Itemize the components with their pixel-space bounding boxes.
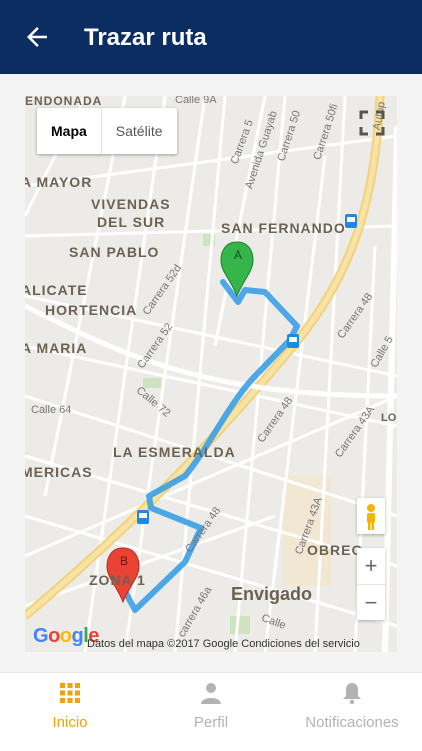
nav-item-notificaciones[interactable]: Notificaciones — [282, 681, 422, 731]
nav-item-perfil[interactable]: Perfil — [141, 681, 281, 731]
zoom-control: + − — [357, 548, 385, 620]
transit-station-icon — [137, 510, 149, 524]
arrow-back-icon[interactable] — [22, 22, 52, 52]
map-label-mayor: A MAYOR — [25, 174, 93, 190]
map-type-satellite-button[interactable]: Satélite — [102, 108, 177, 154]
transit-station-icon — [287, 334, 299, 348]
marker-b-text: B — [120, 554, 128, 568]
street-view-pegman-icon[interactable] — [357, 498, 385, 534]
grid-icon — [60, 683, 80, 703]
street-label: Calle 64 — [31, 404, 72, 416]
map-label-san-fernando: SAN FERNANDO — [221, 220, 346, 236]
nav-item-inicio[interactable]: Inicio — [0, 681, 140, 731]
map-label-envigado: Envigado — [231, 584, 313, 604]
marker-a-text: A — [234, 248, 242, 262]
bell-icon — [343, 683, 361, 705]
app-bar: Trazar ruta — [0, 0, 422, 74]
page-title: Trazar ruta — [84, 24, 207, 51]
map-label-hortencia: HORTENCIA — [45, 302, 138, 318]
map-label-esmeralda: LA ESMERALDA — [113, 444, 236, 460]
street-label: Calle 9A — [175, 96, 217, 106]
map-label-dondada: ENDONADA — [25, 96, 103, 108]
map-label-maria: A MARIA — [25, 340, 88, 356]
person-icon — [201, 683, 221, 704]
map-type-control: Mapa Satélite — [37, 108, 177, 154]
map-label-americas: MERICAS — [25, 464, 93, 480]
marker-a-label: A — [234, 248, 242, 262]
street-label: LO — [381, 412, 397, 424]
map-label-viviendas: VIVENDAS — [91, 196, 171, 212]
map-label-zona1: ZONA 1 — [89, 572, 146, 588]
bottom-navigation: Inicio Perfil Notificaciones — [0, 672, 422, 751]
fullscreen-icon[interactable] — [359, 110, 385, 136]
zoom-out-button[interactable]: − — [357, 585, 385, 621]
map-label-del-sur: DEL SUR — [97, 214, 166, 230]
marker-b-label: B — [120, 554, 128, 568]
nav-label: Inicio — [52, 714, 88, 731]
nav-label: Perfil — [193, 714, 229, 731]
transit-station-icon — [345, 214, 357, 228]
map-label-alicante: ALICATE — [25, 282, 88, 298]
map-label-san-pablo: SAN PABLO — [69, 244, 160, 260]
map-type-mapa-button[interactable]: Mapa — [37, 108, 102, 154]
map-label-obrero: OBREO — [307, 542, 364, 558]
zoom-in-button[interactable]: + — [357, 548, 385, 584]
route-map[interactable]: ENDONADA A MAYOR VIVENDAS DEL SUR SAN FE… — [25, 96, 397, 652]
map-attribution[interactable]: Datos del mapa ©2017 Google Condiciones … — [87, 638, 360, 650]
nav-label: Notificaciones — [305, 714, 399, 731]
